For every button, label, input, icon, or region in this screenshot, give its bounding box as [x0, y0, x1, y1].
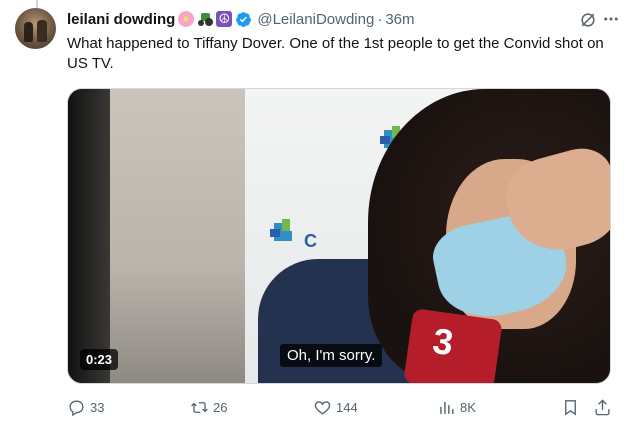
user-handle[interactable]: @LeilaniDowding: [257, 11, 374, 28]
views-count: 8K: [460, 400, 476, 415]
grok-icon[interactable]: [578, 10, 598, 30]
separator-dot: ·: [377, 10, 383, 28]
timestamp[interactable]: 36m: [385, 11, 414, 28]
tractor-emoji-icon: [197, 11, 214, 27]
avatar-figure: [37, 20, 47, 42]
views-button[interactable]: 8K: [437, 398, 476, 417]
repost-icon: [191, 402, 208, 413]
peace-emoji-icon: ☮: [216, 11, 233, 27]
display-name[interactable]: leilani dowding: [67, 11, 175, 28]
tweet-actions-bar: 33 26 144 8K: [67, 398, 615, 420]
repost-button[interactable]: 26: [190, 398, 227, 417]
bookmark-button[interactable]: [561, 398, 584, 417]
like-button[interactable]: 144: [313, 398, 358, 417]
repost-count: 26: [213, 400, 228, 415]
hospital-logo: C: [270, 219, 317, 251]
video-background-wall: [110, 89, 245, 383]
flower-emoji-icon: [178, 11, 195, 27]
logo-text: C: [304, 231, 317, 251]
verified-badge-icon[interactable]: [235, 11, 252, 28]
reply-icon: [69, 400, 84, 417]
thread-connector-line: [36, 0, 38, 8]
like-count: 144: [336, 400, 358, 415]
video-duration-badge: 0:23: [80, 349, 119, 370]
more-options-icon[interactable]: [602, 10, 620, 28]
news-microphone: [403, 308, 503, 383]
avatar[interactable]: [15, 8, 56, 49]
tweet-text: What happened to Tiffany Dover. One of t…: [67, 35, 604, 72]
reply-button[interactable]: 33: [67, 398, 104, 417]
bookmark-icon: [565, 400, 576, 416]
share-button[interactable]: [593, 398, 616, 417]
views-chart-icon: [440, 401, 454, 414]
tweet-header: leilani dowding ☮ @LeilaniDowding · 36m: [67, 9, 616, 29]
heart-icon: [314, 401, 331, 415]
avatar-figure: [24, 22, 33, 42]
share-icon: [595, 399, 610, 416]
reply-count: 33: [90, 400, 105, 415]
video-player[interactable]: CH C 3 Oh, I'm sorry. 0:23: [67, 88, 611, 384]
video-caption: Oh, I'm sorry.: [280, 344, 383, 367]
video-background-dark: [68, 89, 110, 383]
